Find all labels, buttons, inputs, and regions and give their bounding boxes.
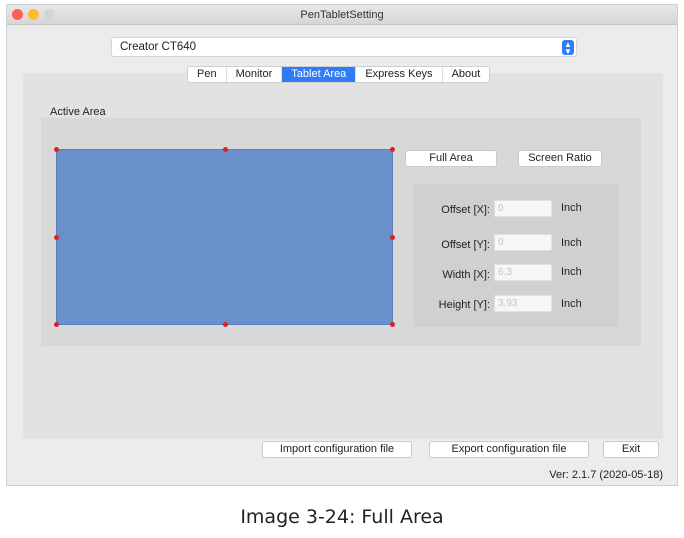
resize-handle[interactable] xyxy=(54,147,59,152)
resize-handle[interactable] xyxy=(223,147,228,152)
active-area-rectangle[interactable] xyxy=(54,147,395,327)
figure-caption: Image 3-24: Full Area xyxy=(240,506,444,528)
export-config-button[interactable]: Export configuration file xyxy=(429,441,589,458)
tab-bar: Pen Monitor Tablet Area Express Keys Abo… xyxy=(187,66,491,83)
tab-express-keys[interactable]: Express Keys xyxy=(356,67,443,82)
height-y-unit: Inch xyxy=(561,298,582,310)
title-bar: PenTabletSetting xyxy=(7,5,677,25)
offset-y-label: Offset [Y]: xyxy=(441,239,490,251)
exit-button[interactable]: Exit xyxy=(603,441,659,458)
offset-x-input[interactable]: 0 xyxy=(494,200,552,217)
minimize-button[interactable] xyxy=(28,9,39,20)
import-config-button[interactable]: Import configuration file xyxy=(262,441,412,458)
offset-x-label: Offset [X]: xyxy=(441,204,490,216)
offset-x-unit: Inch xyxy=(561,202,582,214)
width-x-input[interactable]: 6.3 xyxy=(494,264,552,281)
full-area-button[interactable]: Full Area xyxy=(405,150,497,167)
resize-handle[interactable] xyxy=(54,322,59,327)
device-select-value: Creator CT640 xyxy=(120,41,197,53)
tab-pen[interactable]: Pen xyxy=(188,67,227,82)
window-title: PenTabletSetting xyxy=(300,9,384,21)
width-x-unit: Inch xyxy=(561,266,582,278)
app-window: PenTabletSetting Creator CT640 ▲ ▼ Pen Mon… xyxy=(6,4,678,486)
height-y-input[interactable]: 3.93 xyxy=(494,295,552,312)
tab-monitor[interactable]: Monitor xyxy=(227,67,283,82)
resize-handle[interactable] xyxy=(390,322,395,327)
height-y-label: Height [Y]: xyxy=(438,299,490,311)
width-x-label: Width [X]: xyxy=(442,269,490,281)
tab-tablet-area[interactable]: Tablet Area xyxy=(282,67,357,82)
version-label: Ver: 2.1.7 (2020-05-18) xyxy=(549,469,663,481)
zoom-button[interactable] xyxy=(44,9,55,20)
offset-y-input[interactable]: 0 xyxy=(494,234,552,251)
close-button[interactable] xyxy=(12,9,23,20)
tab-about[interactable]: About xyxy=(443,67,490,82)
resize-handle[interactable] xyxy=(223,322,228,327)
resize-handle[interactable] xyxy=(390,235,395,240)
offset-y-unit: Inch xyxy=(561,237,582,249)
chevron-up-down-icon: ▲ ▼ xyxy=(562,40,574,56)
resize-handle[interactable] xyxy=(390,147,395,152)
screen-ratio-button[interactable]: Screen Ratio xyxy=(518,150,602,167)
active-area-title: Active Area xyxy=(50,106,106,118)
device-select[interactable]: Creator CT640 ▲ ▼ xyxy=(111,37,577,57)
resize-handle[interactable] xyxy=(54,235,59,240)
